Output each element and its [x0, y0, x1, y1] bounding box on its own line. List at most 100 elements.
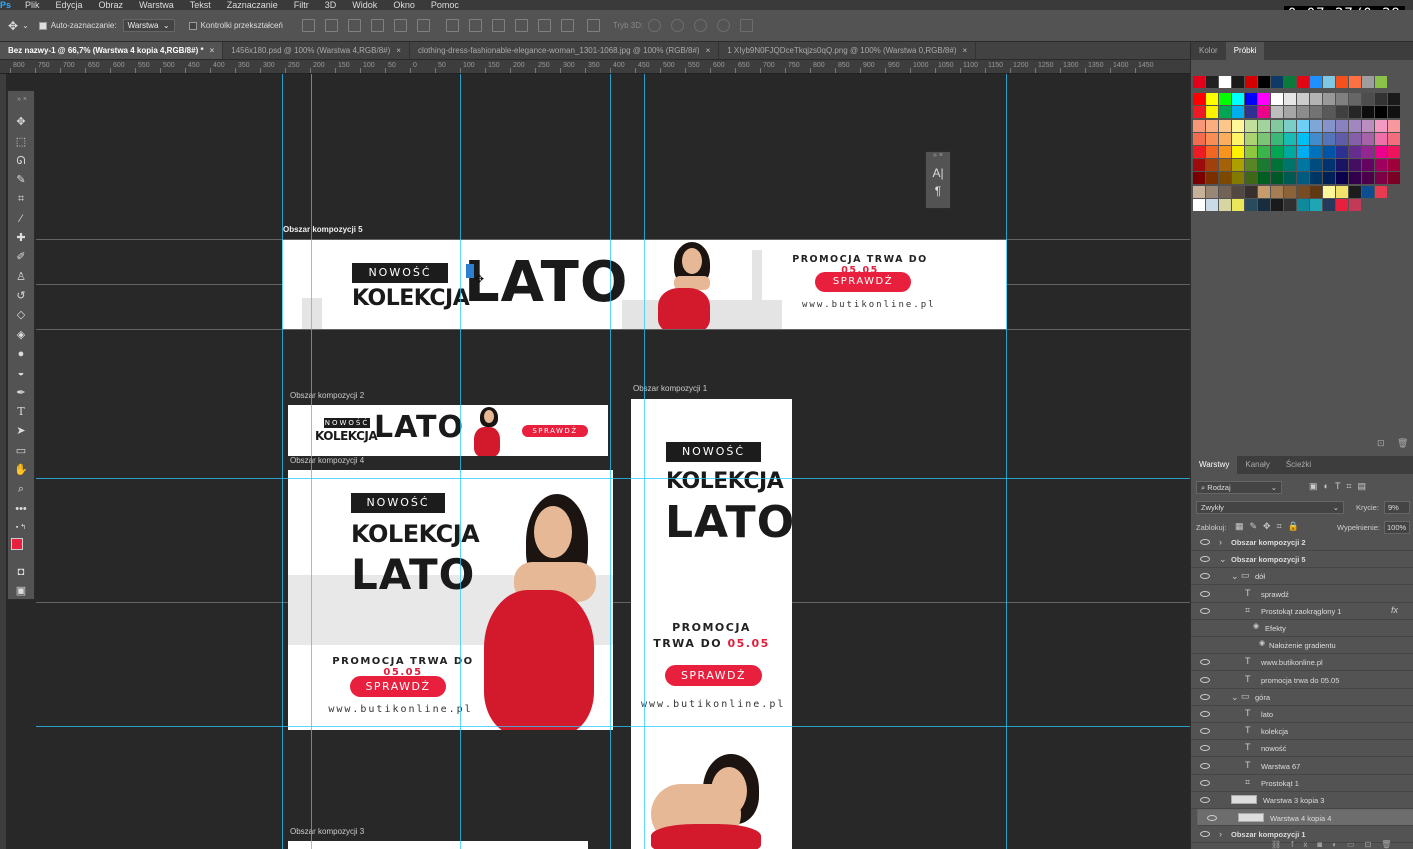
color-swatch[interactable]: [1336, 106, 1348, 119]
eraser-tool-icon[interactable]: ◇: [14, 308, 28, 322]
color-swatch[interactable]: [1349, 159, 1361, 172]
color-swatch[interactable]: [1232, 146, 1244, 158]
pen-tool-icon[interactable]: ✒: [14, 386, 28, 400]
distribute-vcenter-icon[interactable]: [468, 19, 482, 32]
color-swatch[interactable]: [1388, 93, 1400, 106]
color-swatch[interactable]: [1271, 93, 1283, 106]
color-swatch[interactable]: [1349, 93, 1361, 106]
sprawdz-button[interactable]: SPRAWDŹ: [350, 676, 446, 697]
doc-tab-3[interactable]: clothing-dress-fashionable-elegance-woma…: [410, 42, 720, 59]
color-swatch[interactable]: [1362, 93, 1374, 106]
color-swatch[interactable]: [1284, 76, 1296, 88]
menu-filtr[interactable]: Filtr: [286, 0, 317, 10]
swap-colors-icon[interactable]: ▪ ↰: [14, 521, 28, 535]
new-swatch-icon[interactable]: ⊡: [1377, 438, 1385, 449]
color-swatch[interactable]: [1245, 159, 1257, 172]
color-swatch[interactable]: [1336, 198, 1348, 211]
visibility-eye-icon[interactable]: [1207, 815, 1217, 822]
color-swatch[interactable]: [1349, 106, 1361, 119]
color-swatch[interactable]: [1245, 172, 1257, 185]
expand-chevron-icon[interactable]: ›: [1219, 829, 1222, 839]
menu-zaznaczanie[interactable]: Zaznaczanie: [219, 0, 286, 10]
blur-tool-icon[interactable]: ●: [14, 347, 28, 361]
color-swatch[interactable]: [1271, 198, 1283, 211]
paragraph-panel-icon[interactable]: ¶: [926, 184, 950, 198]
color-swatch[interactable]: [1219, 159, 1231, 172]
fx-icon[interactable]: fx: [1391, 605, 1398, 615]
color-swatch[interactable]: [1349, 172, 1361, 185]
color-swatch[interactable]: [1232, 93, 1244, 106]
distribute-left-icon[interactable]: [514, 19, 528, 32]
color-swatch[interactable]: [1375, 76, 1387, 88]
color-swatch[interactable]: [1284, 132, 1296, 145]
roll-3d-icon[interactable]: [671, 19, 685, 32]
color-swatch[interactable]: [1323, 93, 1335, 106]
scale-3d-icon[interactable]: [740, 19, 754, 32]
color-swatch[interactable]: [1284, 146, 1296, 158]
artboard-2-label[interactable]: Obszar kompozycji 2: [290, 391, 364, 400]
menu-plik[interactable]: Plik: [17, 0, 48, 10]
menu-pomoc[interactable]: Pomoc: [423, 0, 467, 10]
lasso-tool-icon[interactable]: ᘏ: [14, 154, 28, 168]
color-swatch[interactable]: [1375, 106, 1387, 119]
color-swatch[interactable]: [1206, 159, 1218, 172]
color-swatch[interactable]: [1271, 159, 1283, 172]
color-swatch[interactable]: [1349, 198, 1361, 211]
guide-vertical[interactable]: [311, 74, 312, 849]
color-swatch[interactable]: [1193, 93, 1205, 106]
color-swatch[interactable]: [1245, 93, 1257, 106]
color-swatch[interactable]: [1349, 185, 1361, 198]
color-swatch[interactable]: [1193, 132, 1205, 145]
color-swatch[interactable]: [1362, 159, 1374, 172]
color-swatch[interactable]: [1388, 159, 1400, 172]
color-swatch[interactable]: [1271, 119, 1283, 132]
distribute-bottom-icon[interactable]: [491, 19, 505, 32]
move-tool-icon[interactable]: ✥: [8, 19, 18, 33]
color-swatch[interactable]: [1206, 76, 1218, 88]
artboard-2[interactable]: NOWOŚĆ KOLEKCJA LATO SPRAWDŹ: [288, 405, 608, 456]
color-swatch[interactable]: [1336, 146, 1348, 158]
menu-widok[interactable]: Widok: [344, 0, 385, 10]
color-swatch[interactable]: [1245, 185, 1257, 198]
visibility-eye-icon[interactable]: [1200, 797, 1210, 803]
layer-row[interactable]: ⌄ Obszar kompozycji 5: [1191, 551, 1413, 569]
menu-obraz[interactable]: Obraz: [91, 0, 132, 10]
layer-row[interactable]: ⌄ ▭ dół: [1191, 568, 1413, 586]
color-swatch[interactable]: [1193, 119, 1205, 132]
distribute-hcenter-icon[interactable]: [537, 19, 551, 32]
artboard-4-label[interactable]: Obszar kompozycji 4: [290, 456, 364, 465]
guide-vertical[interactable]: [1006, 74, 1007, 849]
color-swatch[interactable]: [1362, 76, 1374, 88]
sprawdz-button[interactable]: SPRAWDŹ: [522, 425, 588, 437]
close-icon[interactable]: ×: [396, 46, 401, 55]
color-swatch[interactable]: [1258, 76, 1270, 88]
color-swatch[interactable]: [1232, 132, 1244, 145]
color-swatch[interactable]: [1388, 132, 1400, 145]
layer-row[interactable]: ◉ Nałożenie gradientu: [1191, 637, 1413, 655]
color-swatch[interactable]: [1323, 185, 1335, 198]
layer-row[interactable]: Tkolekcja: [1191, 723, 1413, 741]
color-swatch[interactable]: [1193, 159, 1205, 172]
color-swatch[interactable]: [1388, 146, 1400, 158]
fill-input[interactable]: 100%: [1384, 521, 1410, 534]
healing-brush-tool-icon[interactable]: ✚: [14, 231, 28, 245]
color-swatch[interactable]: [1323, 106, 1335, 119]
color-swatch[interactable]: [1245, 146, 1257, 158]
color-swatch[interactable]: [1297, 132, 1309, 145]
layer-row[interactable]: Tpromocja trwa do 05.05: [1191, 672, 1413, 689]
color-swatch[interactable]: [1284, 93, 1296, 106]
color-swatch[interactable]: [1362, 185, 1374, 198]
color-swatch[interactable]: [1375, 172, 1387, 185]
color-swatch[interactable]: [1375, 185, 1387, 198]
path-selection-tool-icon[interactable]: ➤: [14, 424, 28, 438]
color-swatch[interactable]: [1323, 198, 1335, 211]
transform-controls-checkbox[interactable]: [188, 21, 197, 30]
crop-tool-icon[interactable]: ⌗: [14, 192, 28, 206]
tool-preset-chevron-icon[interactable]: ⌄: [22, 21, 29, 30]
color-swatch[interactable]: [1232, 76, 1244, 88]
color-swatch[interactable]: [1336, 76, 1348, 88]
artboard-1[interactable]: NOWOŚĆ KOLEKCJA LATO PROMOCJA TRWA DO 05…: [631, 399, 792, 849]
sprawdz-button[interactable]: SPRAWDŹ: [665, 665, 762, 686]
layer-row[interactable]: ◉ Efekty: [1191, 620, 1413, 637]
color-swatch[interactable]: [1206, 119, 1218, 132]
